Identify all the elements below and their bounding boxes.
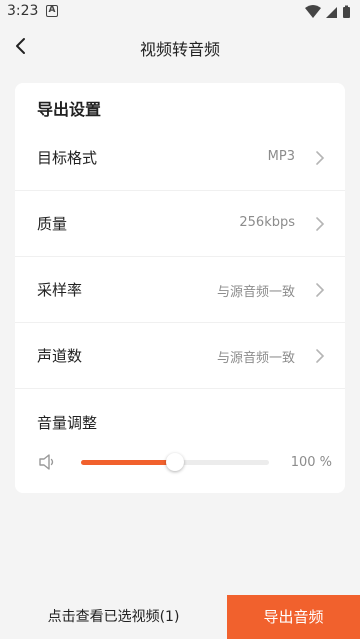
status-time: 3:23: [7, 3, 39, 19]
volume-slider[interactable]: [81, 453, 269, 471]
chevron-right-icon: [316, 151, 325, 165]
setting-value: MP3: [267, 149, 295, 164]
setting-label: 目标格式: [37, 149, 98, 167]
volume-label: 音量调整: [37, 414, 98, 432]
setting-value: 与源音频一致: [216, 351, 295, 366]
status-icons: [305, 5, 350, 18]
section-title: 导出设置: [37, 100, 102, 119]
app-bar: 视频转音频: [0, 24, 360, 68]
export-settings-card: 导出设置 目标格式 MP3 质量 256kbps 采样率 与源音频一致 声道数 …: [15, 83, 345, 493]
bottom-bar: 点击查看已选视频(1) 导出音频: [0, 595, 360, 639]
chevron-right-icon: [316, 349, 325, 363]
setting-row-quality[interactable]: 质量 256kbps: [15, 191, 345, 257]
volume-slider-fill: [81, 460, 175, 465]
wifi-icon: [305, 5, 321, 18]
signal-icon: [326, 7, 337, 18]
page-title: 视频转音频: [139, 40, 220, 59]
status-bar: 3:23 A: [0, 0, 360, 24]
chevron-right-icon: [316, 283, 325, 297]
volume-value: 100 %: [290, 455, 332, 470]
battery-icon: [343, 7, 350, 18]
speaker-icon: [39, 454, 54, 470]
view-selected-videos-button[interactable]: 点击查看已选视频(1): [0, 595, 227, 639]
chevron-right-icon: [316, 217, 325, 231]
notification-icon: A: [46, 5, 58, 17]
setting-value: 与源音频一致: [216, 285, 295, 300]
setting-value: 256kbps: [239, 215, 295, 230]
export-audio-button[interactable]: 导出音频: [227, 595, 360, 639]
setting-label: 采样率: [37, 281, 83, 299]
setting-row-channels[interactable]: 声道数 与源音频一致: [15, 323, 345, 389]
setting-label: 质量: [37, 215, 68, 233]
setting-row-sample-rate[interactable]: 采样率 与源音频一致: [15, 257, 345, 323]
setting-label: 声道数: [37, 347, 83, 365]
setting-row-format[interactable]: 目标格式 MP3: [15, 125, 345, 191]
volume-slider-thumb[interactable]: [166, 453, 184, 471]
